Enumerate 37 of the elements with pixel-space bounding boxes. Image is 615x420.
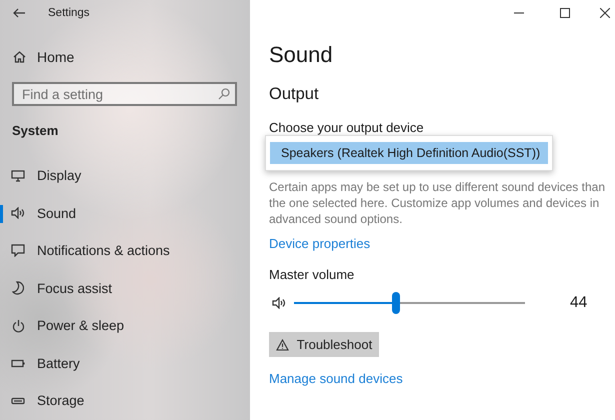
field-label: Master volume xyxy=(269,266,354,282)
back-arrow-icon[interactable] xyxy=(13,8,26,18)
nav-item[interactable]: Focus assist xyxy=(0,270,250,307)
description-text: Certain apps may be set up to use different sound devices than the one selected here. Customize app volumes and devices in advanced sound options. xyxy=(269,179,606,227)
field-label: Choose your output device xyxy=(269,120,424,134)
page-title: Sound xyxy=(269,42,333,68)
message-icon xyxy=(11,244,25,258)
battery-icon xyxy=(11,358,25,368)
slider-thumb[interactable] xyxy=(392,292,400,314)
minimize-icon xyxy=(514,12,524,14)
speaker-icon xyxy=(272,297,286,309)
power-icon xyxy=(12,318,24,333)
home-icon xyxy=(13,51,26,63)
troubleshoot-button[interactable]: Troubleshoot xyxy=(269,332,379,357)
search-icon xyxy=(218,88,230,100)
nav-item[interactable]: Sound xyxy=(0,194,250,232)
search-field[interactable]: Find a setting xyxy=(12,82,237,106)
nav-item[interactable]: Display xyxy=(0,157,250,194)
manage-devices-link[interactable]: Manage sound devices xyxy=(269,370,403,386)
warning-icon xyxy=(276,338,289,350)
nav-item[interactable]: Power & sleep xyxy=(0,307,250,344)
monitor-icon xyxy=(11,170,25,182)
volume-reading: 44 xyxy=(570,294,588,312)
nav-item[interactable]: Battery xyxy=(0,344,250,382)
section-heading: Output xyxy=(269,84,319,104)
close-icon xyxy=(600,8,610,18)
drive-icon xyxy=(11,396,25,405)
nav-item[interactable]: Storage xyxy=(0,382,250,420)
section-heading: System xyxy=(12,122,58,138)
home-item[interactable]: Home xyxy=(0,39,250,75)
device-properties-link[interactable]: Device properties xyxy=(269,236,370,250)
speaker-icon xyxy=(11,207,25,220)
window-title: Settings xyxy=(48,7,90,19)
moon-icon xyxy=(12,281,24,296)
dropdown-option[interactable]: Speakers (Realtek High Definition Audio(SST)) xyxy=(270,142,548,164)
nav-item[interactable]: Notifications & actions xyxy=(0,232,250,270)
maximize-icon xyxy=(560,8,570,18)
